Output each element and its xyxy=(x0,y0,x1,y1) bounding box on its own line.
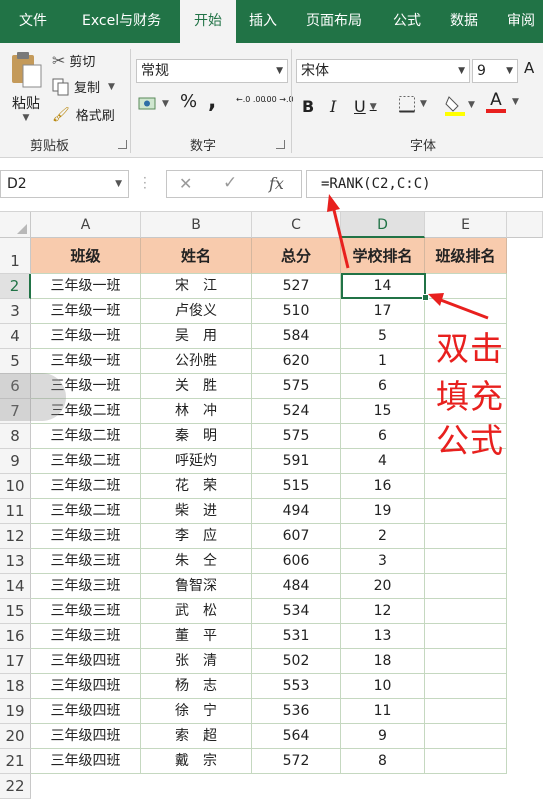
annotation-line-2: 填充 xyxy=(436,377,504,416)
side-collapse-tab[interactable] xyxy=(0,373,66,421)
annotation-line-3: 公式 xyxy=(436,421,504,460)
annotation-line-1: 双击 xyxy=(436,329,504,368)
